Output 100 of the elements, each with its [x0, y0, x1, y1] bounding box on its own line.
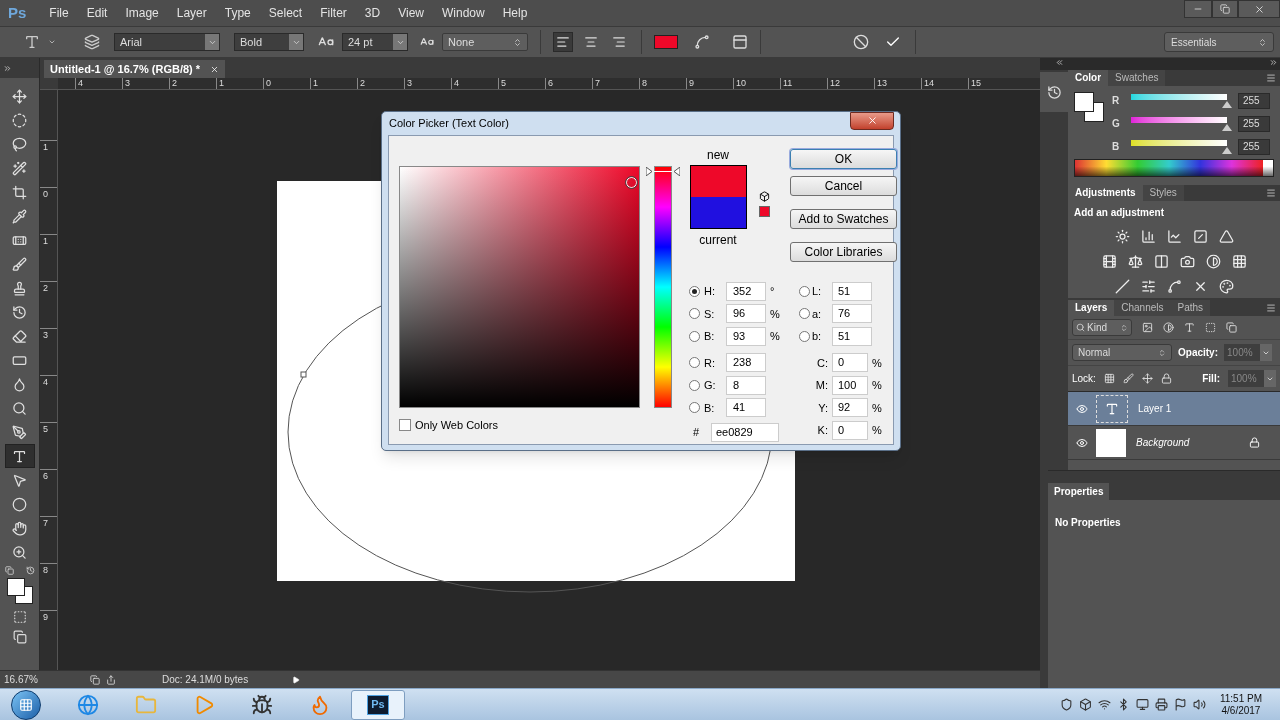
- radio-button[interactable]: [799, 330, 810, 342]
- image-filter-icon[interactable]: [1142, 322, 1153, 333]
- panel-tab[interactable]: Adjustments: [1068, 185, 1143, 201]
- layer-filter-select[interactable]: Kind: [1072, 319, 1132, 336]
- menu-item[interactable]: Layer: [167, 4, 216, 22]
- history-icon[interactable]: [1046, 84, 1062, 100]
- current-color-swatch[interactable]: [689, 197, 747, 229]
- radio-button[interactable]: [689, 379, 700, 391]
- menu-item[interactable]: Help: [493, 4, 537, 22]
- adjustment-button[interactable]: [1139, 277, 1157, 295]
- type-tool-icon[interactable]: [24, 34, 40, 50]
- lock-position-icon[interactable]: [1141, 373, 1153, 384]
- box-icon[interactable]: [1078, 698, 1092, 711]
- radio-button[interactable]: [799, 285, 810, 297]
- shape-filter-icon[interactable]: [1205, 322, 1216, 333]
- color-spectrum[interactable]: [1074, 159, 1274, 177]
- menu-item[interactable]: Edit: [77, 4, 117, 22]
- font-size-select[interactable]: 24 pt: [342, 33, 408, 51]
- value-field[interactable]: 51: [832, 281, 872, 301]
- menu-item[interactable]: Filter: [311, 4, 356, 22]
- adjustment-button[interactable]: [1165, 227, 1183, 245]
- panel-menu-icon[interactable]: [1266, 188, 1276, 198]
- menu-item[interactable]: 3D: [355, 4, 390, 22]
- panel-tab[interactable]: Paths: [1170, 300, 1211, 316]
- value-field[interactable]: 51: [832, 326, 872, 346]
- eye-icon[interactable]: [1076, 436, 1088, 449]
- color-swatches-drawing[interactable]: [4, 578, 35, 606]
- channel-value-field[interactable]: 255: [1238, 92, 1270, 109]
- panel-tab[interactable]: Styles: [1142, 185, 1184, 201]
- radio-button[interactable]: [689, 402, 700, 414]
- hue-slider[interactable]: [646, 166, 680, 408]
- panel-tab[interactable]: Properties: [1048, 483, 1110, 500]
- collapse-icon[interactable]: [1055, 58, 1064, 67]
- close-icon[interactable]: [210, 64, 220, 74]
- lock-brush-icon[interactable]: [1122, 373, 1134, 384]
- value-field[interactable]: 76: [832, 304, 872, 324]
- collapse-icon[interactable]: [1269, 58, 1278, 67]
- smart-object-filter-icon[interactable]: [1226, 322, 1237, 333]
- blend-mode-select[interactable]: Normal: [1072, 344, 1172, 361]
- adjustment-button[interactable]: [1217, 277, 1235, 295]
- panel-tab[interactable]: Layers: [1068, 300, 1115, 316]
- menu-item[interactable]: Type: [215, 4, 260, 22]
- warp-text-icon[interactable]: [694, 34, 710, 50]
- cancel-icon[interactable]: [853, 34, 869, 50]
- saturation-brightness-field[interactable]: [399, 166, 640, 408]
- value-field[interactable]: 100: [832, 375, 868, 395]
- adjustment-button[interactable]: [1204, 252, 1222, 270]
- network-icon[interactable]: [1097, 698, 1111, 711]
- lock-icon[interactable]: [1160, 373, 1172, 384]
- radio-button[interactable]: [689, 308, 700, 320]
- value-field[interactable]: 0: [832, 353, 868, 373]
- value-field[interactable]: 0: [832, 420, 868, 440]
- value-field[interactable]: 96: [726, 304, 766, 324]
- panel-menu-icon[interactable]: [1266, 303, 1276, 313]
- dialog-button[interactable]: Cancel: [790, 176, 897, 196]
- radio-button[interactable]: [689, 357, 700, 369]
- tool-button[interactable]: [4, 444, 35, 468]
- printer-icon[interactable]: [1154, 698, 1168, 711]
- checkbox[interactable]: [399, 419, 411, 432]
- value-field[interactable]: 93: [726, 326, 766, 346]
- panel-tab[interactable]: Swatches: [1108, 70, 1166, 86]
- dialog-button[interactable]: OK: [790, 149, 897, 169]
- speaker-icon[interactable]: [1192, 698, 1206, 711]
- adjustment-button[interactable]: [1139, 227, 1157, 245]
- screen-mode-icon[interactable]: [12, 630, 27, 644]
- radio-button[interactable]: [689, 330, 700, 342]
- restore-button[interactable]: [1212, 0, 1238, 18]
- minimize-button[interactable]: [1184, 0, 1212, 18]
- expand-icon[interactable]: [3, 63, 12, 73]
- cube-icon[interactable]: [759, 191, 770, 202]
- type-filter-icon[interactable]: [1184, 322, 1195, 333]
- align-button[interactable]: [553, 32, 573, 52]
- menu-item[interactable]: Select: [259, 4, 312, 22]
- layer-row[interactable]: Background: [1068, 426, 1280, 460]
- monitor-icon[interactable]: [1135, 698, 1149, 711]
- adjustment-button[interactable]: [1230, 252, 1248, 270]
- channel-value-field[interactable]: 255: [1238, 115, 1270, 132]
- layer-row[interactable]: Layer 1: [1068, 392, 1280, 426]
- adjustment-button[interactable]: [1217, 227, 1235, 245]
- adjustment-button[interactable]: [1165, 277, 1183, 295]
- flag-icon[interactable]: [1173, 698, 1187, 711]
- font-family-select[interactable]: Arial: [114, 33, 220, 51]
- workspace-select[interactable]: Essentials: [1164, 32, 1274, 52]
- adjustment-filter-icon[interactable]: [1163, 322, 1174, 333]
- value-field[interactable]: 41: [726, 398, 766, 418]
- menu-item[interactable]: Image: [116, 4, 168, 22]
- shield-icon[interactable]: [1059, 698, 1073, 711]
- play-icon[interactable]: [292, 675, 301, 684]
- adjustment-button[interactable]: [1113, 277, 1131, 295]
- quick-mask-icon[interactable]: [12, 610, 27, 624]
- adjustment-button[interactable]: [1113, 227, 1131, 245]
- lock-pixels-icon[interactable]: [1103, 373, 1115, 384]
- hue-slider-thumb[interactable]: [646, 166, 680, 176]
- taskbar-app[interactable]: Ps: [351, 689, 405, 720]
- share-icon[interactable]: [106, 674, 116, 685]
- channel-value-field[interactable]: 255: [1238, 138, 1270, 155]
- menu-item[interactable]: Window: [432, 4, 494, 22]
- hex-field[interactable]: ee0829: [711, 423, 779, 442]
- document-tab[interactable]: Untitled-1 @ 16.7% (RGB/8) *: [44, 60, 226, 78]
- start-button[interactable]: [11, 689, 41, 720]
